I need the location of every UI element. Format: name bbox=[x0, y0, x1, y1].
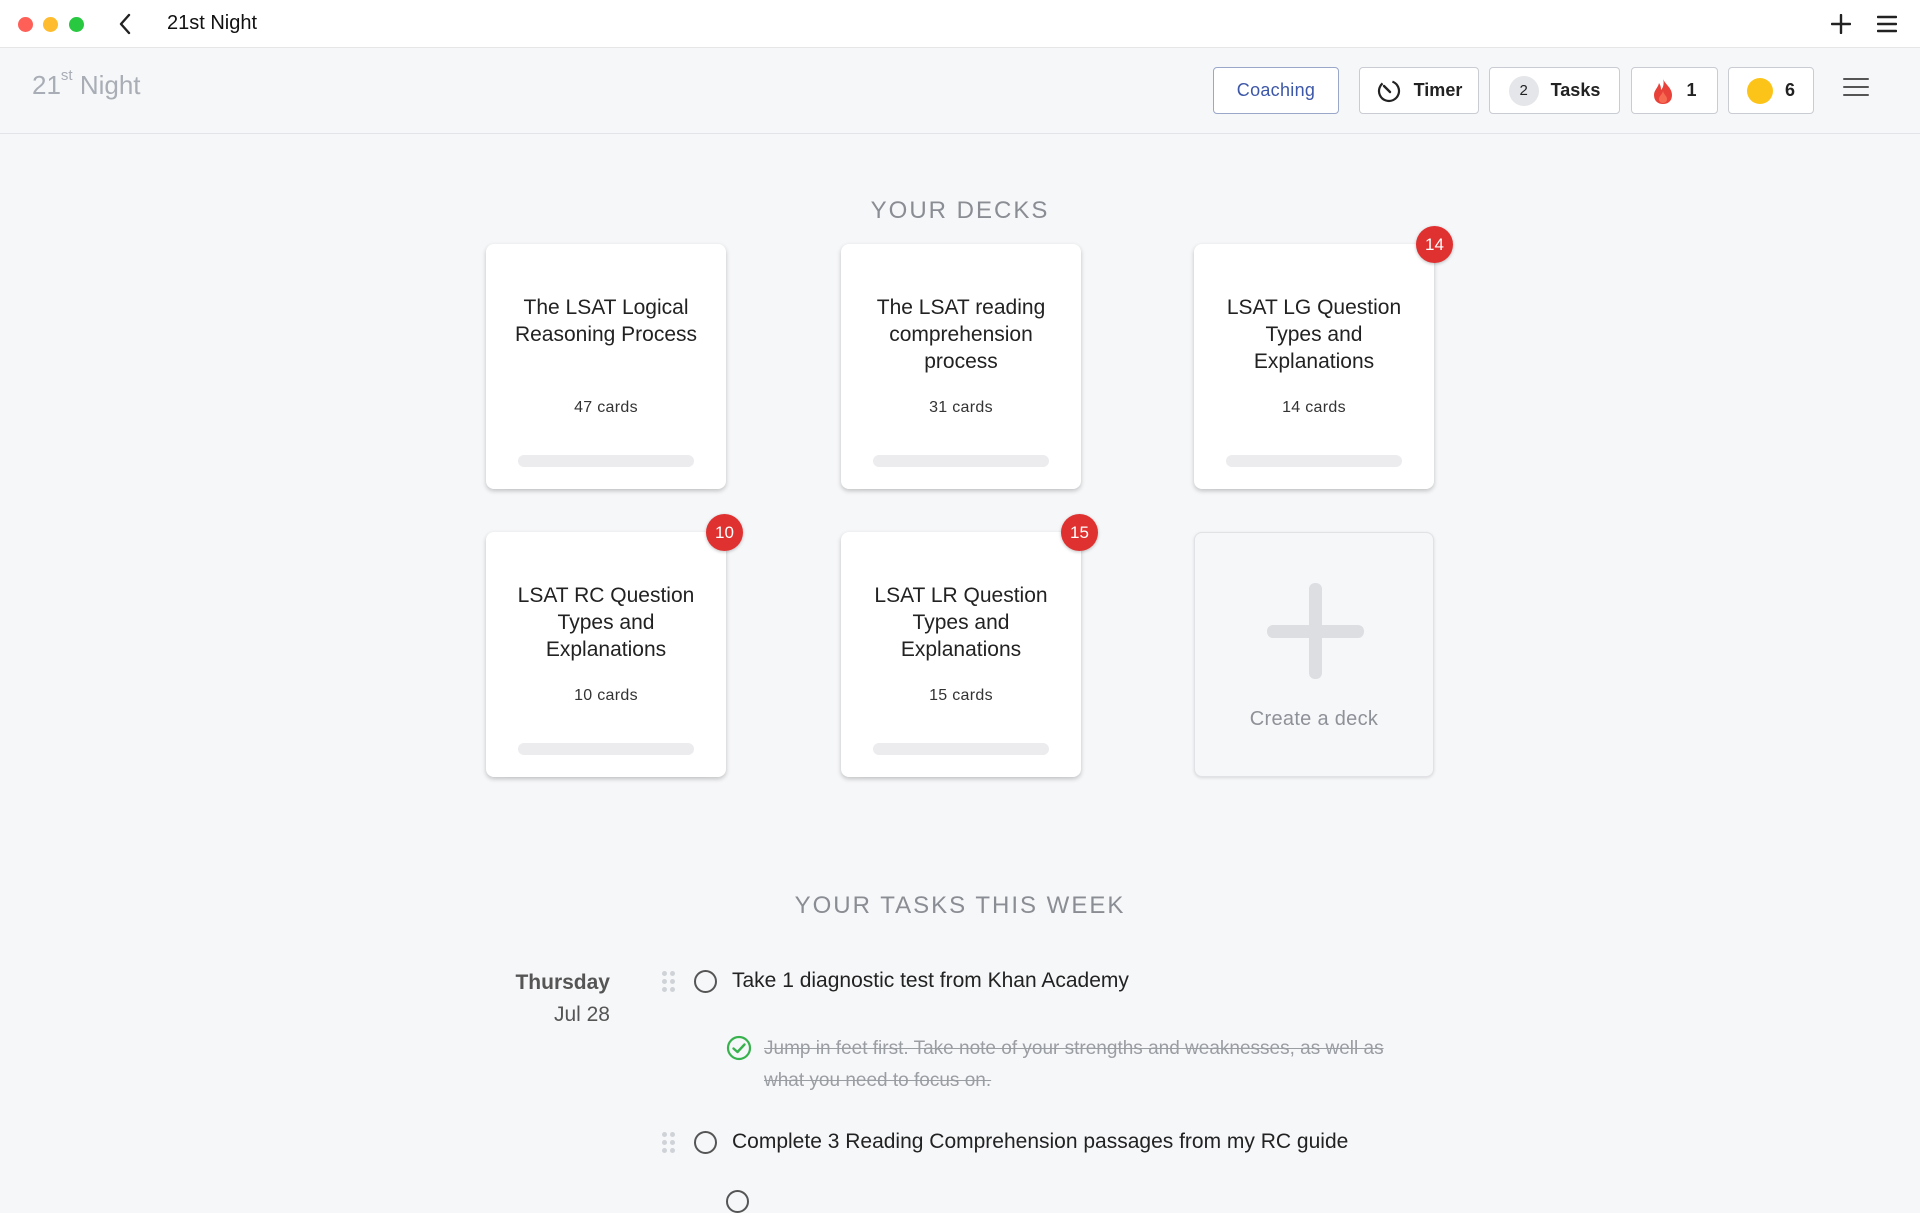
hamburger-icon-line bbox=[1843, 94, 1869, 96]
day-date: Jul 28 bbox=[553, 1003, 610, 1026]
tasks-count: 2 bbox=[1508, 75, 1539, 106]
app-menu-button[interactable] bbox=[1843, 78, 1869, 100]
due-cards-badge: 15 bbox=[1061, 514, 1098, 551]
create-deck-label: Create a deck bbox=[1249, 708, 1379, 730]
hamburger-icon-line bbox=[1843, 86, 1869, 88]
deck-card-face: LSAT LR Question Types and Explanations … bbox=[841, 532, 1081, 777]
coaching-button[interactable]: Coaching bbox=[1213, 67, 1339, 114]
deck-card-face: The LSAT Logical Reasoning Process 47 ca… bbox=[486, 244, 726, 489]
timer-button[interactable]: Timer bbox=[1359, 67, 1479, 114]
deck-card-face: LSAT RC Question Types and Explanations … bbox=[486, 532, 726, 777]
due-cards-badge: 14 bbox=[1416, 226, 1453, 263]
deck-name: The LSAT Logical Reasoning Process bbox=[514, 296, 698, 346]
coaching-label: Coaching bbox=[1236, 80, 1316, 100]
brand-sup: st bbox=[60, 67, 73, 85]
deck-card[interactable]: LSAT LR Question Types and Explanations … bbox=[841, 514, 1098, 792]
plus-icon bbox=[1831, 14, 1851, 34]
tasks-button[interactable]: 2 Tasks bbox=[1489, 67, 1620, 114]
task-title[interactable]: Take 1 diagnostic test from Khan Academy bbox=[732, 969, 1129, 993]
check-circle-icon[interactable] bbox=[726, 1035, 752, 1061]
drag-handle-icon[interactable] bbox=[662, 1132, 676, 1154]
due-cards-badge: 10 bbox=[706, 514, 743, 551]
menu-icon bbox=[1877, 15, 1897, 33]
task-checkbox[interactable] bbox=[694, 1131, 717, 1154]
minimize-window-button[interactable] bbox=[43, 17, 58, 32]
task-title[interactable]: Complete 3 Reading Comprehension passage… bbox=[732, 1130, 1348, 1154]
window-menu-button[interactable] bbox=[1872, 8, 1902, 40]
new-button[interactable] bbox=[1826, 8, 1856, 40]
plus-icon-bar bbox=[1267, 625, 1364, 638]
deck-progress-bar bbox=[518, 455, 694, 467]
streak-button[interactable]: 1 bbox=[1631, 67, 1718, 114]
window-titlebar: 21st Night bbox=[0, 0, 1920, 48]
deck-card-face: LSAT LG Question Types and Explanations … bbox=[1194, 244, 1434, 489]
deck-card[interactable]: The LSAT Logical Reasoning Process 47 ca… bbox=[486, 244, 726, 504]
deck-progress-bar bbox=[518, 743, 694, 755]
deck-name: LSAT LR Question Types and Explanations bbox=[874, 584, 1048, 661]
deck-name: LSAT RC Question Types and Explanations bbox=[517, 584, 695, 661]
deck-card-count: 14 cards bbox=[1282, 399, 1346, 416]
deck-name: LSAT LG Question Types and Explanations bbox=[1226, 296, 1402, 373]
window-title: 21st Night bbox=[167, 12, 258, 34]
streak-count: 1 bbox=[1686, 80, 1697, 100]
close-window-button[interactable] bbox=[18, 17, 33, 32]
task-checkbox[interactable] bbox=[694, 970, 717, 993]
brand-logo[interactable]: 21st Night bbox=[32, 67, 141, 101]
brand-base: 21 bbox=[32, 70, 61, 100]
day-name: Thursday bbox=[515, 971, 610, 994]
deck-card-count: 15 cards bbox=[929, 687, 993, 704]
coins-count: 6 bbox=[1784, 80, 1795, 100]
tasks-section-title: YOUR TASKS THIS WEEK bbox=[794, 892, 1126, 919]
deck-card[interactable]: LSAT RC Question Types and Explanations … bbox=[486, 514, 743, 792]
deck-card-count: 10 cards bbox=[574, 687, 638, 704]
back-button[interactable] bbox=[112, 10, 138, 38]
deck-progress-bar bbox=[873, 455, 1049, 467]
deck-name: The LSAT reading comprehension process bbox=[876, 296, 1046, 373]
tasks-label: Tasks bbox=[1550, 80, 1601, 100]
timer-label: Timer bbox=[1413, 80, 1463, 100]
deck-card[interactable]: The LSAT reading comprehension process 3… bbox=[841, 244, 1081, 504]
brand-rest: Night bbox=[72, 70, 141, 100]
zoom-window-button[interactable] bbox=[69, 17, 84, 32]
create-deck-button[interactable]: Create a deck bbox=[1194, 532, 1434, 777]
drag-handle-icon[interactable] bbox=[662, 971, 676, 993]
app-header: 21st Night Coaching Timer 2 Tasks 1 6 bbox=[0, 48, 1920, 134]
deck-card-count: 31 cards bbox=[929, 399, 993, 416]
timer-icon bbox=[1377, 79, 1400, 102]
subtask-text[interactable]: Jump in feet first. Take note of your st… bbox=[764, 1033, 1424, 1097]
deck-card-face: The LSAT reading comprehension process 3… bbox=[841, 244, 1081, 489]
chevron-left-icon bbox=[119, 13, 131, 35]
decks-section-title: YOUR DECKS bbox=[870, 197, 1050, 224]
task-checkbox[interactable] bbox=[726, 1190, 749, 1213]
hamburger-icon bbox=[1843, 78, 1869, 80]
coin-icon bbox=[1746, 77, 1773, 104]
deck-progress-bar bbox=[873, 743, 1049, 755]
deck-progress-bar bbox=[1226, 455, 1402, 467]
coins-button[interactable]: 6 bbox=[1728, 67, 1814, 114]
deck-card-count: 47 cards bbox=[574, 399, 638, 416]
flame-icon bbox=[1654, 77, 1673, 104]
deck-card[interactable]: LSAT LG Question Types and Explanations … bbox=[1194, 226, 1453, 504]
